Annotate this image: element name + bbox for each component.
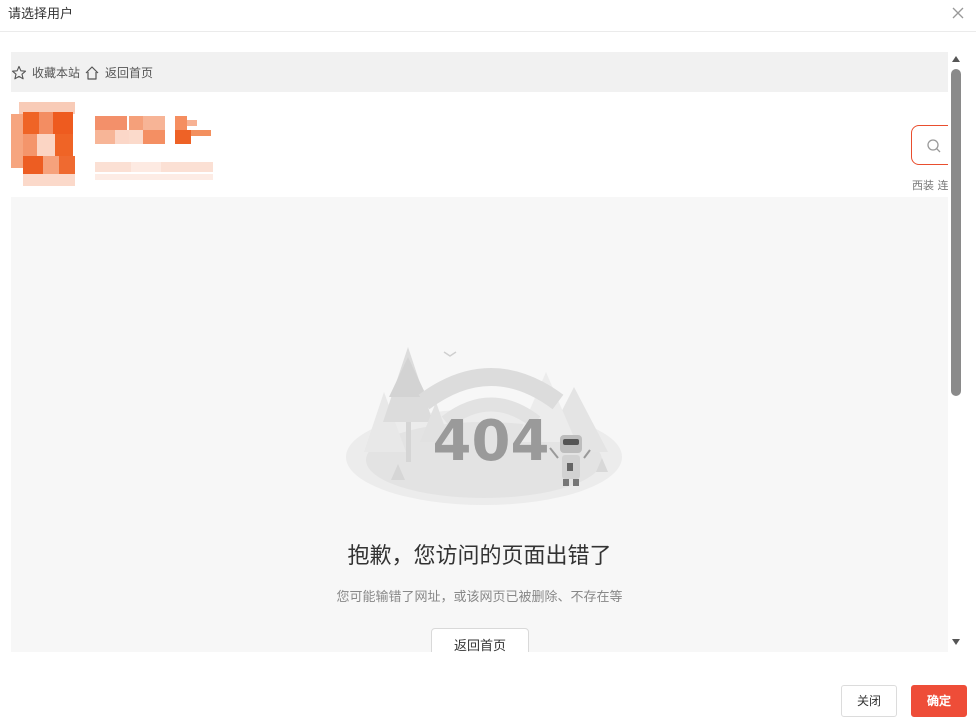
dialog-title: 请选择用户 xyxy=(8,7,74,22)
error-code: 404 xyxy=(433,409,550,474)
scroll-up-arrow-icon[interactable] xyxy=(952,56,960,62)
select-user-dialog: 请选择用户 收藏本站 返回首页 西装 连 404 抱歉，您访问的页面出错了 您可… xyxy=(0,0,976,726)
dialog-header: 请选择用户 xyxy=(0,0,976,32)
star-icon xyxy=(11,65,27,79)
home-icon xyxy=(85,65,99,80)
close-icon[interactable] xyxy=(950,5,966,21)
error-page-content: 404 抱歉，您访问的页面出错了 您可能输错了网址，或该网页已被删除、不存在等 … xyxy=(11,197,948,652)
confirm-button[interactable]: 确定 xyxy=(911,685,967,717)
site-topbar: 收藏本站 返回首页 xyxy=(11,52,948,92)
vertical-scrollbar[interactable] xyxy=(948,52,964,652)
embedded-page: 收藏本站 返回首页 西装 连 404 抱歉，您访问的页面出错了 您可能输错了网址… xyxy=(11,52,948,652)
favorite-link[interactable]: 收藏本站 xyxy=(11,64,80,81)
favorite-label: 收藏本站 xyxy=(32,66,81,80)
search-icon xyxy=(927,139,941,153)
home-link[interactable]: 返回首页 xyxy=(84,64,153,81)
close-button[interactable]: 关闭 xyxy=(841,685,897,717)
error-description: 您可能输错了网址，或该网页已被删除、不存在等 xyxy=(336,590,623,605)
site-logo[interactable] xyxy=(11,102,216,192)
scroll-down-arrow-icon[interactable] xyxy=(952,639,960,645)
404-illustration: 404 xyxy=(346,347,622,505)
error-title: 抱歉，您访问的页面出错了 xyxy=(347,544,612,569)
hot-search-words[interactable]: 西装 连 xyxy=(912,177,948,193)
search-input[interactable] xyxy=(911,125,948,165)
home-label: 返回首页 xyxy=(105,66,154,80)
back-home-button[interactable]: 返回首页 xyxy=(431,628,529,652)
site-header: 西装 连 xyxy=(11,92,948,197)
scrollbar-thumb[interactable] xyxy=(951,69,961,396)
